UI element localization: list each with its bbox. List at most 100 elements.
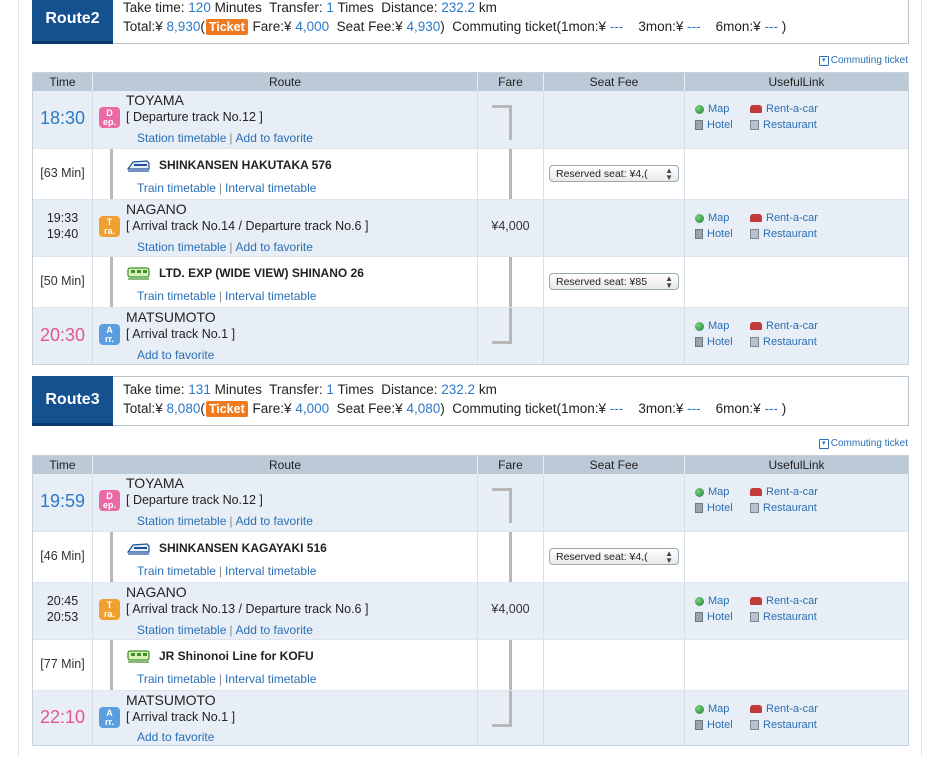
add-favorite-link[interactable]: Add to favorite [137, 730, 214, 744]
station-track: [ Arrival track No.14 / Departure track … [126, 219, 369, 233]
map-link[interactable]: Map [695, 703, 729, 715]
map-link[interactable]: Map [695, 320, 729, 332]
restaurant-icon [750, 720, 759, 730]
train-timetable-link[interactable]: Train timetable [137, 289, 216, 303]
segment-row: [63 Min] SHINKANSEN HAKUTAKA 576 Train t… [33, 148, 908, 200]
add-favorite-link[interactable]: Add to favorite [137, 348, 214, 362]
expand-icon: ▾ [818, 438, 829, 449]
select-arrows-icon: ▲ ▼ [665, 166, 673, 182]
route3-badge[interactable]: Route3 [32, 376, 113, 426]
train-timetable-link[interactable]: Train timetable [137, 672, 216, 686]
station-timetable-link[interactable]: Station timetable [137, 514, 226, 528]
restaurant-icon [750, 503, 759, 513]
map-link[interactable]: Map [695, 486, 729, 498]
interval-timetable-link[interactable]: Interval timetable [225, 181, 316, 195]
segment-row: [50 Min] LTD. EXP (WIDE VIEW) SHINANO 26… [33, 256, 908, 308]
map-link[interactable]: Map [695, 103, 729, 115]
station-row: 20:45 20:53 Tra. NAGANO [ Arrival track … [33, 582, 908, 639]
station-track: [ Arrival track No.1 ] [126, 710, 236, 724]
departure-icon: Dep. [99, 107, 120, 128]
interval-timetable-link[interactable]: Interval timetable [225, 289, 316, 303]
seat-fee-select[interactable]: Reserved seat: ¥4,(▲ ▼ [549, 548, 679, 565]
restaurant-link[interactable]: Restaurant [750, 228, 817, 240]
station-track: [ Departure track No.12 ] [126, 110, 263, 124]
restaurant-link[interactable]: Restaurant [750, 611, 817, 623]
station-name: MATSUMOTO [126, 692, 216, 708]
restaurant-link[interactable]: Restaurant [750, 719, 817, 731]
shinkansen-icon [127, 543, 150, 555]
globe-icon [695, 213, 704, 223]
ticket-badge: Ticket [205, 401, 248, 417]
car-icon [750, 214, 762, 222]
route3-table: Time Route Fare Seat Fee UsefulLink 19:5… [32, 455, 909, 746]
fare-bracket [492, 257, 512, 308]
station-timetable-link[interactable]: Station timetable [137, 240, 226, 254]
building-icon [695, 720, 703, 730]
arrival-icon: Arr. [99, 707, 120, 728]
map-link[interactable]: Map [695, 595, 729, 607]
limited-express-icon [127, 267, 150, 280]
restaurant-link[interactable]: Restaurant [750, 336, 817, 348]
route-line [110, 257, 113, 308]
map-link[interactable]: Map [695, 212, 729, 224]
restaurant-link[interactable]: Restaurant [750, 119, 817, 131]
route2-summary-line2: Total:¥ 8,930(Ticket Fare:¥ 4,000 Seat F… [123, 19, 787, 35]
route-line [110, 532, 113, 583]
fare-bracket [492, 691, 512, 727]
station-track: [ Arrival track No.1 ] [126, 327, 236, 341]
rent-a-car-link[interactable]: Rent-a-car [750, 703, 818, 715]
car-icon [750, 488, 762, 496]
add-favorite-link[interactable]: Add to favorite [236, 623, 313, 637]
station-name: NAGANO [126, 584, 187, 600]
hotel-link[interactable]: Hotel [695, 719, 733, 731]
fare-amount: ¥4,000 [491, 219, 530, 233]
route2-commuting-link[interactable]: ▾ Commuting ticket [818, 55, 908, 66]
seat-fee-select[interactable]: Reserved seat: ¥85 ▲ ▼ [549, 273, 679, 290]
hotel-link[interactable]: Hotel [695, 611, 733, 623]
station-timetable-link[interactable]: Station timetable [137, 131, 226, 145]
route3-commuting-link[interactable]: ▾ Commuting ticket [818, 438, 908, 449]
results-panel: Route2 Take time: 120 Minutes Transfer: … [18, 0, 922, 757]
hotel-link[interactable]: Hotel [695, 336, 733, 348]
arrival-icon: Arr. [99, 324, 120, 345]
station-row: 18:30 Dep. TOYAMA [ Departure track No.1… [33, 91, 908, 148]
hotel-link[interactable]: Hotel [695, 228, 733, 240]
restaurant-icon [750, 612, 759, 622]
departure-icon: Dep. [99, 490, 120, 511]
table-header: Time Route Fare Seat Fee UsefulLink [33, 456, 908, 474]
train-timetable-link[interactable]: Train timetable [137, 564, 216, 578]
rent-a-car-link[interactable]: Rent-a-car [750, 212, 818, 224]
seat-fee-select[interactable]: Reserved seat: ¥4,(▲ ▼ [549, 165, 679, 182]
rent-a-car-link[interactable]: Rent-a-car [750, 320, 818, 332]
globe-icon [695, 104, 704, 114]
segment-row: [77 Min] JR Shinonoi Line for KOFU Train… [33, 639, 908, 691]
fare-bracket [492, 149, 512, 200]
interval-timetable-link[interactable]: Interval timetable [225, 564, 316, 578]
select-arrows-icon: ▲ ▼ [665, 274, 673, 290]
train-timetable-link[interactable]: Train timetable [137, 181, 216, 195]
transfer-icon: Tra. [99, 216, 120, 237]
station-row: 19:33 19:40 Tra. NAGANO [ Arrival track … [33, 199, 908, 256]
station-name: MATSUMOTO [126, 309, 216, 325]
interval-timetable-link[interactable]: Interval timetable [225, 672, 316, 686]
add-favorite-link[interactable]: Add to favorite [236, 240, 313, 254]
hotel-link[interactable]: Hotel [695, 502, 733, 514]
route3-summary: Route3 Take time: 131 Minutes Transfer: … [32, 376, 909, 426]
station-row: 20:30 Arr. MATSUMOTO [ Arrival track No.… [33, 307, 908, 364]
rent-a-car-link[interactable]: Rent-a-car [750, 103, 818, 115]
hotel-link[interactable]: Hotel [695, 119, 733, 131]
route2-badge[interactable]: Route2 [32, 0, 113, 44]
fare-bracket [492, 532, 512, 583]
train-name: JR Shinonoi Line for KOFU [159, 649, 314, 663]
building-icon [695, 229, 703, 239]
restaurant-icon [750, 337, 759, 347]
rent-a-car-link[interactable]: Rent-a-car [750, 486, 818, 498]
restaurant-link[interactable]: Restaurant [750, 502, 817, 514]
add-favorite-link[interactable]: Add to favorite [236, 131, 313, 145]
station-timetable-link[interactable]: Station timetable [137, 623, 226, 637]
car-icon [750, 322, 762, 330]
add-favorite-link[interactable]: Add to favorite [236, 514, 313, 528]
rent-a-car-link[interactable]: Rent-a-car [750, 595, 818, 607]
local-train-icon [127, 650, 150, 663]
globe-icon [695, 487, 704, 497]
